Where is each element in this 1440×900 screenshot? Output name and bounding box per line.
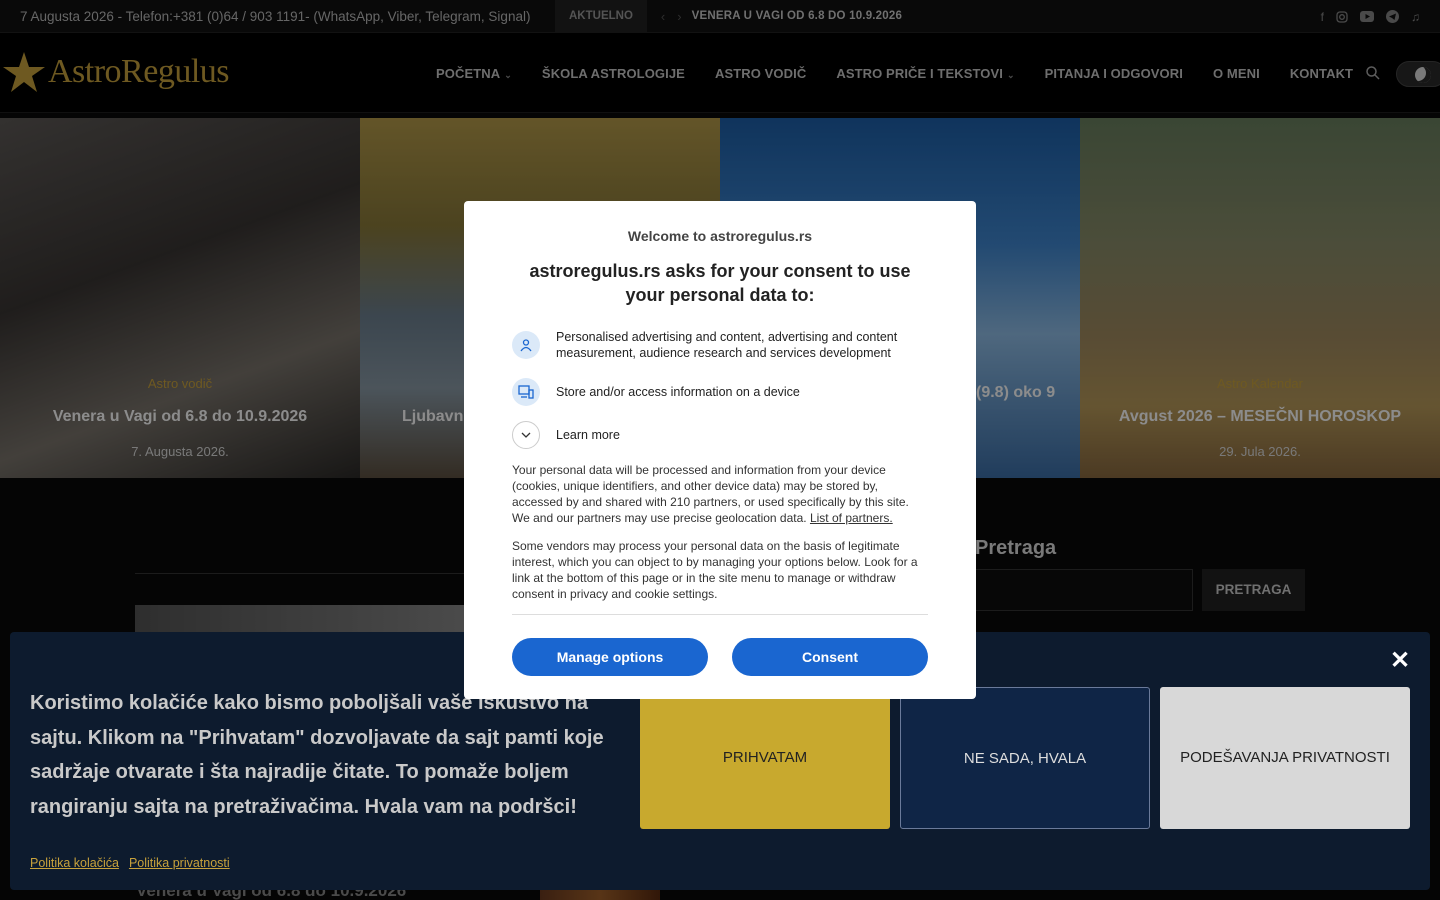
policy-links: Politika kolačića Politika privatnosti <box>30 856 230 870</box>
device-icon <box>512 378 540 406</box>
person-icon <box>512 331 540 359</box>
chevron-down-icon <box>512 421 540 449</box>
partners-link[interactable]: List of partners. <box>810 511 893 525</box>
consent-dialog: Welcome to astroregulus.rs astroregulus.… <box>464 201 976 699</box>
consent-heading: astroregulus.rs asks for your consent to… <box>529 261 911 305</box>
purpose-item: Personalised advertising and content, ad… <box>512 329 926 361</box>
deny-cookies-button[interactable]: NE SADA, HVALA <box>900 687 1150 829</box>
consent-paragraph: Some vendors may process your personal d… <box>512 539 918 601</box>
purpose-text: Personalised advertising and content, ad… <box>556 330 898 360</box>
privacy-settings-button[interactable]: PODEŠAVANJA PRIVATNOSTI <box>1160 687 1410 829</box>
consent-button[interactable]: Consent <box>732 638 928 676</box>
close-icon[interactable]: ✕ <box>1390 646 1410 675</box>
accept-cookies-button[interactable]: PRIHVATAM <box>640 687 890 829</box>
learn-more-label: Learn more <box>556 428 620 442</box>
consent-paragraph: Your personal data will be processed and… <box>512 463 909 525</box>
learn-more-toggle[interactable]: Learn more <box>512 421 926 449</box>
purpose-text: Store and/or access information on a dev… <box>556 385 800 399</box>
modal-divider <box>512 614 928 615</box>
consent-welcome: Welcome to astroregulus.rs <box>627 228 813 244</box>
purpose-item: Store and/or access information on a dev… <box>512 378 926 406</box>
cookie-message: Koristimo kolačiće kako bismo poboljšali… <box>30 692 604 818</box>
privacy-policy-link[interactable]: Politika privatnosti <box>129 856 230 870</box>
cookie-policy-link[interactable]: Politika kolačića <box>30 856 119 870</box>
manage-options-button[interactable]: Manage options <box>512 638 708 676</box>
